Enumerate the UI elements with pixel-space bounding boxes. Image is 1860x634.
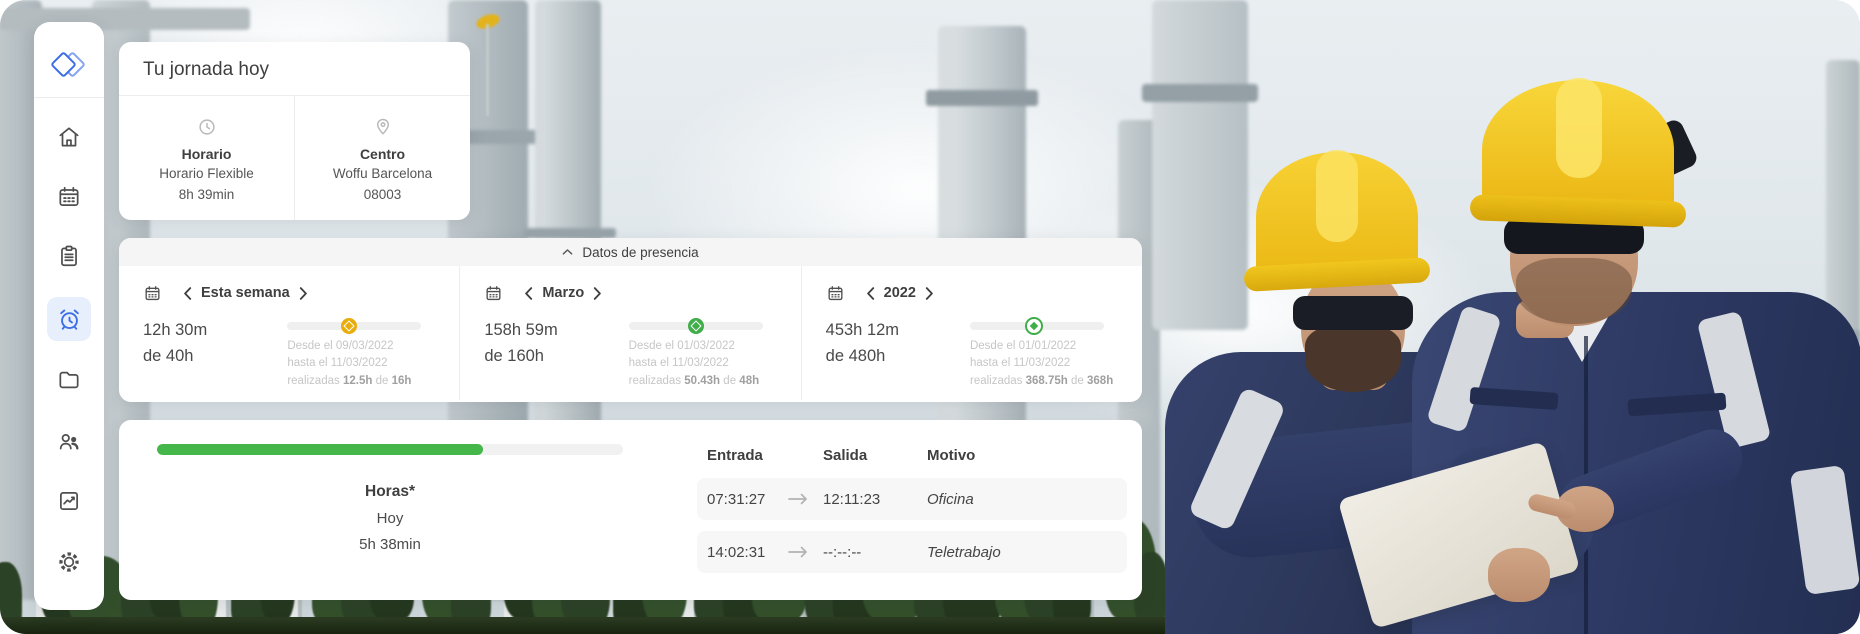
calendar-icon (56, 184, 82, 210)
chevron-right-icon (593, 287, 602, 300)
calendar-icon (826, 284, 845, 303)
period-progress-track (970, 322, 1104, 330)
progress-marker (688, 318, 704, 334)
presence-collapse-header[interactable]: Datos de presencia (119, 238, 1142, 266)
calendar-icon (143, 284, 162, 303)
alarm-clock-icon (56, 306, 83, 333)
progress-marker (1025, 317, 1043, 335)
center-label: Centro (360, 146, 405, 162)
clipboard-icon (56, 243, 82, 269)
next-period-button[interactable] (593, 287, 602, 300)
prev-period-button[interactable] (524, 287, 533, 300)
sidebar-item-settings[interactable] (47, 540, 91, 584)
period-label: 2022 (881, 285, 919, 301)
prev-period-button[interactable] (866, 287, 875, 300)
punches-table-header: Entrada Salida Motivo (697, 447, 1127, 464)
chevron-up-icon (562, 248, 573, 256)
motivo-value: Teletrabajo (927, 544, 1127, 561)
today-hours-value: 5h 38min (157, 536, 623, 553)
arrow-right-icon (787, 492, 823, 506)
chevron-left-icon (866, 287, 875, 300)
period-hours: 158h 59m de 160h (484, 318, 557, 390)
progress-marker (341, 318, 357, 334)
woffu-logo[interactable] (51, 46, 87, 80)
period-progress-track (287, 322, 421, 330)
punches-table: Entrada Salida Motivo 07:31:27 12:11:23 … (697, 447, 1127, 584)
center-postcode: 08003 (364, 185, 402, 204)
next-period-button[interactable] (299, 287, 308, 300)
entrada-time: 07:31:27 (707, 491, 787, 508)
today-subtitle: Hoy (157, 510, 623, 527)
sidebar-item-reports[interactable] (47, 479, 91, 523)
today-card: Horas* Hoy 5h 38min Entrada Salida Motiv… (119, 420, 1142, 600)
presence-panel: Datos de presencia Esta semana (119, 238, 1142, 402)
period-hours: 453h 12m de 480h (826, 318, 899, 390)
sidebar-item-time-tracking[interactable] (47, 297, 91, 341)
presence-period-month: Marzo 158h 59m de 160h Desde el 01/03 (459, 266, 800, 400)
motivo-value: Oficina (927, 491, 1127, 508)
sidebar-item-calendar[interactable] (47, 175, 91, 219)
chevron-left-icon (183, 287, 192, 300)
sidebar-item-documents[interactable] (47, 358, 91, 402)
jornada-schedule: Horario Horario Flexible 8h 39min (119, 96, 294, 220)
location-pin-icon (372, 116, 394, 138)
today-progress-fill (157, 444, 483, 455)
woffu-dashboard-screen: Tu jornada hoy Horario Horario Flexible … (0, 0, 1860, 634)
chevron-right-icon (299, 287, 308, 300)
presence-period-year: 2022 453h 12m de 480h Desde el 01/01/ (801, 266, 1142, 400)
schedule-type: Horario Flexible (159, 164, 254, 183)
chart-icon (56, 488, 82, 514)
clock-icon (196, 116, 218, 138)
center-name: Woffu Barcelona (333, 164, 432, 183)
period-dates: Desde el 01/01/2022 hasta el 11/03/2022 … (970, 338, 1122, 390)
schedule-duration: 8h 39min (179, 185, 235, 204)
today-hours-title: Horas* (157, 483, 623, 501)
sidebar-item-team[interactable] (47, 419, 91, 463)
period-hours: 12h 30m de 40h (143, 318, 207, 390)
period-label: Esta semana (198, 285, 293, 301)
prev-period-button[interactable] (183, 287, 192, 300)
sidebar-item-home[interactable] (47, 115, 91, 159)
sidebar-divider (34, 97, 104, 98)
sidebar (34, 22, 104, 610)
presence-period-week: Esta semana 12h 30m de 40h Desde el 0 (119, 266, 459, 400)
gear-icon (56, 549, 82, 575)
home-icon (56, 124, 82, 150)
punch-row: 07:31:27 12:11:23 Oficina (697, 478, 1127, 520)
period-dates: Desde el 01/03/2022 hasta el 11/03/2022 … (629, 338, 781, 390)
salida-time: 12:11:23 (823, 491, 927, 508)
col-motivo: Motivo (927, 447, 1127, 464)
col-entrada: Entrada (707, 447, 787, 464)
folder-icon (56, 367, 82, 393)
schedule-label: Horario (182, 146, 232, 162)
period-progress-track (629, 322, 763, 330)
col-salida: Salida (823, 447, 927, 464)
calendar-icon (484, 284, 503, 303)
arrow-right-icon (787, 545, 823, 559)
chevron-left-icon (524, 287, 533, 300)
users-icon (56, 428, 82, 454)
salida-time: --:--:-- (823, 544, 927, 561)
period-dates: Desde el 09/03/2022 hasta el 11/03/2022 … (287, 338, 439, 390)
next-period-button[interactable] (925, 287, 934, 300)
sidebar-item-requests[interactable] (47, 234, 91, 278)
presence-title: Datos de presencia (582, 245, 698, 260)
punch-row: 14:02:31 --:--:-- Teletrabajo (697, 531, 1127, 573)
entrada-time: 14:02:31 (707, 544, 787, 561)
jornada-center: Centro Woffu Barcelona 08003 (294, 96, 470, 220)
today-progress-track (157, 444, 623, 455)
jornada-card: Tu jornada hoy Horario Horario Flexible … (119, 42, 470, 220)
jornada-title: Tu jornada hoy (119, 42, 470, 96)
period-label: Marzo (539, 285, 587, 301)
chevron-right-icon (925, 287, 934, 300)
